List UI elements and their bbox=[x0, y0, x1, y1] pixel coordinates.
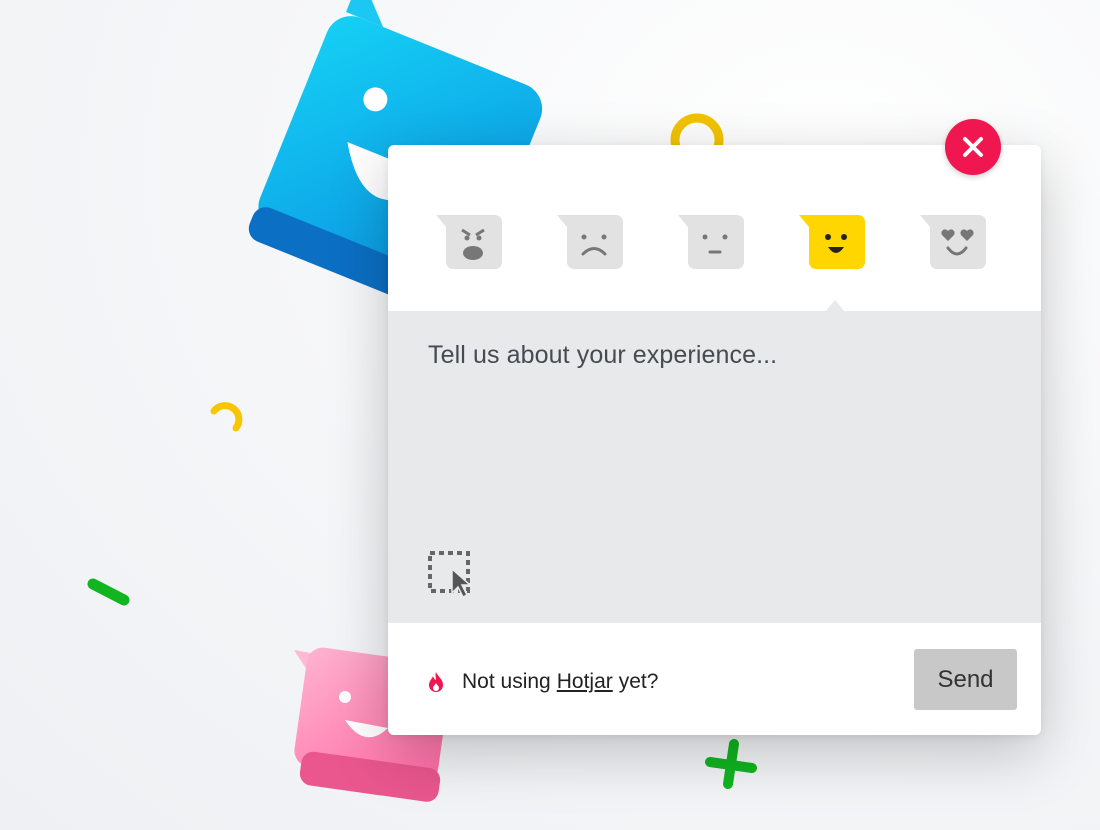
heart-eyes-face-icon bbox=[920, 215, 986, 269]
sad-face-icon bbox=[557, 215, 623, 269]
hotjar-promo: Not using Hotjar yet? bbox=[428, 670, 658, 694]
close-button[interactable] bbox=[945, 119, 1001, 175]
rating-sad[interactable] bbox=[557, 215, 623, 269]
rating-love[interactable] bbox=[920, 215, 986, 269]
neutral-face-icon bbox=[678, 215, 744, 269]
send-button[interactable]: Send bbox=[914, 649, 1017, 710]
rating-bar bbox=[388, 145, 1041, 312]
close-icon bbox=[963, 137, 983, 157]
rating-neutral[interactable] bbox=[678, 215, 744, 269]
angry-face-icon bbox=[436, 215, 502, 269]
rating-happy[interactable] bbox=[799, 215, 865, 269]
hotjar-link[interactable]: Hotjar bbox=[557, 670, 613, 694]
happy-face-icon bbox=[799, 215, 865, 269]
select-element-button[interactable] bbox=[428, 551, 478, 601]
feedback-textarea[interactable]: Tell us about your experience... bbox=[388, 311, 1041, 623]
select-area-icon bbox=[428, 551, 472, 599]
feedback-widget: Tell us about your experience... Not usi… bbox=[388, 145, 1041, 735]
feedback-placeholder: Tell us about your experience... bbox=[428, 341, 778, 369]
promo-prefix: Not using bbox=[462, 670, 551, 693]
promo-suffix: yet? bbox=[618, 670, 659, 693]
flame-icon bbox=[429, 672, 443, 692]
rating-angry[interactable] bbox=[436, 215, 502, 269]
widget-footer: Not using Hotjar yet? Send bbox=[388, 623, 1041, 735]
